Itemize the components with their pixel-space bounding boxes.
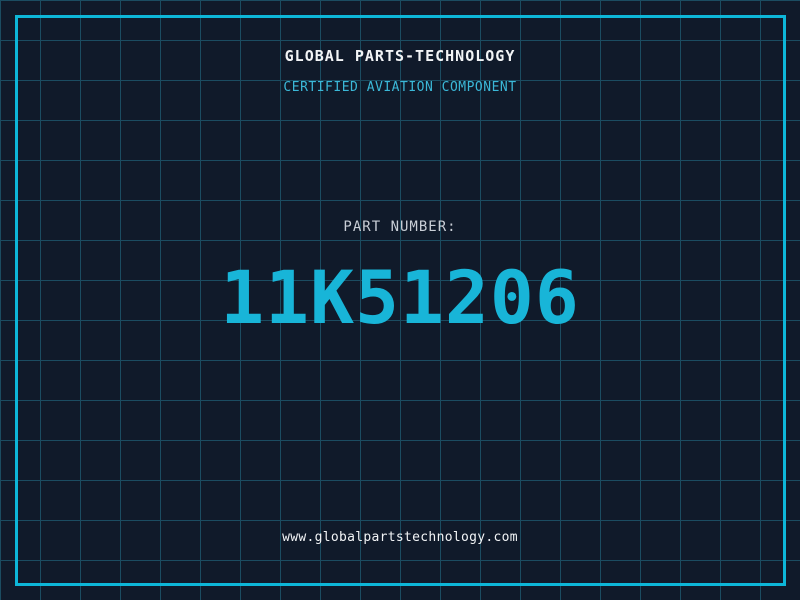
certification-subtitle: CERTIFIED AVIATION COMPONENT xyxy=(283,80,517,95)
part-label-card: GLOBAL PARTS-TECHNOLOGY CERTIFIED AVIATI… xyxy=(0,0,800,600)
company-title: GLOBAL PARTS-TECHNOLOGY xyxy=(284,47,516,65)
website-url: www.globalpartstechnology.com xyxy=(282,530,518,545)
part-number-value: 11K51206 xyxy=(220,256,580,341)
part-number-label: PART NUMBER: xyxy=(343,219,457,235)
